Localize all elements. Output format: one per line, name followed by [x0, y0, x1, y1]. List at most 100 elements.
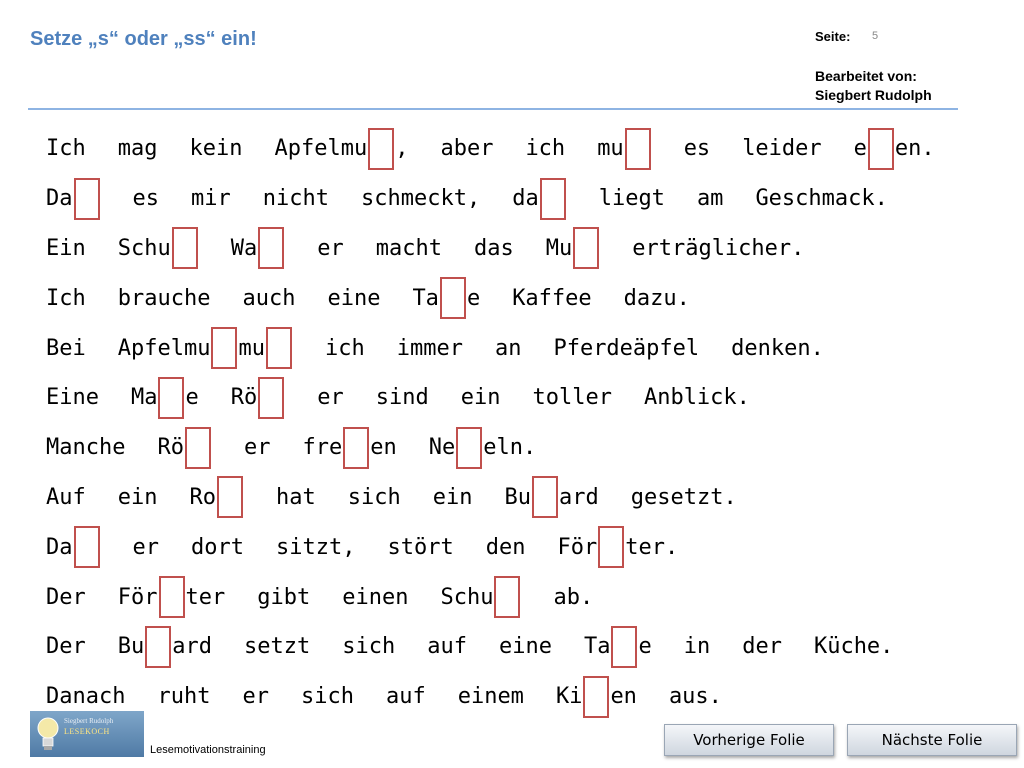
answer-blank[interactable] — [573, 227, 600, 270]
word: es — [132, 186, 160, 212]
answer-blank[interactable] — [611, 625, 638, 668]
answer-blank[interactable] — [211, 327, 238, 370]
word: Ein — [46, 235, 86, 261]
answer-blank[interactable] — [456, 426, 483, 469]
answer-blank[interactable] — [531, 476, 558, 519]
answer-blank[interactable] — [258, 227, 285, 270]
page-title: Setze „s“ oder „ss“ ein! — [30, 28, 257, 50]
answer-blank[interactable] — [494, 576, 521, 619]
word: Eine — [46, 385, 99, 411]
word: Rö — [230, 385, 258, 411]
word: e — [185, 385, 199, 411]
word: einen — [342, 584, 409, 610]
next-slide-button[interactable]: Nächste Folie — [847, 724, 1017, 756]
word: Rö — [157, 435, 184, 461]
word: sich — [342, 634, 396, 660]
word: Ich — [46, 285, 86, 311]
footer-label: Lesemotivationstraining — [150, 744, 266, 756]
answer-blank[interactable] — [217, 476, 243, 519]
word: ab. — [553, 584, 594, 610]
sentence-line: Danach ruht er sich auf einem Ki en aus. — [46, 672, 935, 722]
word: mu — [238, 335, 265, 361]
sentence-line: Eine Ma e Rö er sind ein toller Anblick. — [46, 373, 935, 423]
answer-blank[interactable] — [368, 127, 395, 170]
word: ein — [460, 385, 501, 411]
word: ein — [117, 484, 158, 510]
word: dort — [191, 534, 244, 560]
word: fre — [302, 435, 343, 461]
word: er — [242, 684, 269, 710]
word: Der — [46, 634, 86, 660]
answer-blank[interactable] — [598, 526, 625, 569]
page-number: 5 — [872, 30, 879, 42]
word: Ich — [46, 136, 86, 162]
sentence-line: Auf ein Ro hat sich ein Bu ard gesetzt. — [46, 473, 935, 523]
word: Bu — [117, 634, 145, 660]
word: Apfelmu — [274, 136, 368, 162]
answer-blank[interactable] — [624, 127, 651, 170]
word: eine — [498, 634, 552, 660]
word: liegt — [598, 186, 665, 212]
word: ter. — [625, 534, 679, 560]
word: Danach — [46, 684, 126, 710]
answer-blank[interactable] — [73, 526, 100, 569]
previous-slide-button[interactable]: Vorherige Folie — [664, 724, 834, 756]
word: Ne — [428, 435, 456, 461]
word: Ta — [583, 634, 611, 660]
answer-blank[interactable] — [867, 127, 894, 170]
editor-label: Bearbeitet von: — [815, 68, 917, 84]
word: Mu — [545, 235, 573, 261]
answer-blank[interactable] — [539, 177, 566, 220]
word: sitzt, — [275, 534, 356, 560]
word: gesetzt. — [630, 484, 737, 510]
word: Der — [46, 584, 86, 610]
word: eln. — [483, 435, 537, 461]
word: Da — [46, 534, 73, 560]
editor-name: Siegbert Rudolph — [815, 87, 932, 103]
word: För — [557, 534, 598, 560]
sentence-line: Da es mir nicht schmeckt, da liegt am Geschmack. — [46, 174, 935, 224]
word: schmeckt, — [360, 186, 481, 212]
word: sich — [300, 684, 354, 710]
word: Ro — [189, 484, 217, 510]
word: ard — [558, 484, 599, 510]
sentence-line: Ich mag kein Apfelmu, aber ich mu es leider e en. — [46, 124, 935, 174]
word: en — [610, 684, 637, 710]
answer-blank[interactable] — [158, 376, 185, 419]
word: macht — [375, 235, 442, 261]
answer-blank[interactable] — [73, 177, 100, 220]
sentence-line: Da er dort sitzt, stört den För ter. — [46, 522, 935, 572]
answer-blank[interactable] — [583, 675, 610, 718]
answer-blank[interactable] — [258, 376, 285, 419]
word: aber — [440, 136, 494, 162]
word: ein — [432, 484, 473, 510]
answer-blank[interactable] — [171, 227, 198, 270]
word: dazu. — [623, 285, 690, 311]
word: Ki — [555, 684, 583, 710]
answer-blank[interactable] — [343, 426, 370, 469]
answer-blank[interactable] — [439, 277, 466, 320]
word: Anblick. — [643, 385, 750, 411]
word: Wa — [230, 235, 258, 261]
word: Auf — [46, 484, 86, 510]
word: Ta — [412, 285, 439, 311]
answer-blank[interactable] — [158, 576, 185, 619]
word: auch — [242, 285, 296, 311]
word: ter — [185, 584, 226, 610]
word: Pferdeäpfel — [553, 335, 700, 361]
answer-blank[interactable] — [265, 327, 292, 370]
word: mu — [597, 136, 624, 162]
word: , — [395, 136, 409, 162]
word: sich — [347, 484, 401, 510]
word: hat — [276, 484, 316, 510]
answer-blank[interactable] — [184, 426, 211, 469]
answer-blank[interactable] — [145, 625, 172, 668]
word: erträglicher. — [632, 235, 805, 261]
word: mag — [117, 136, 158, 162]
word: Da — [46, 186, 73, 212]
word: da — [512, 186, 539, 212]
page-label: Seite: — [815, 29, 851, 44]
word: stört — [387, 534, 454, 560]
word: der — [742, 634, 782, 660]
word: Geschmack. — [755, 186, 888, 212]
